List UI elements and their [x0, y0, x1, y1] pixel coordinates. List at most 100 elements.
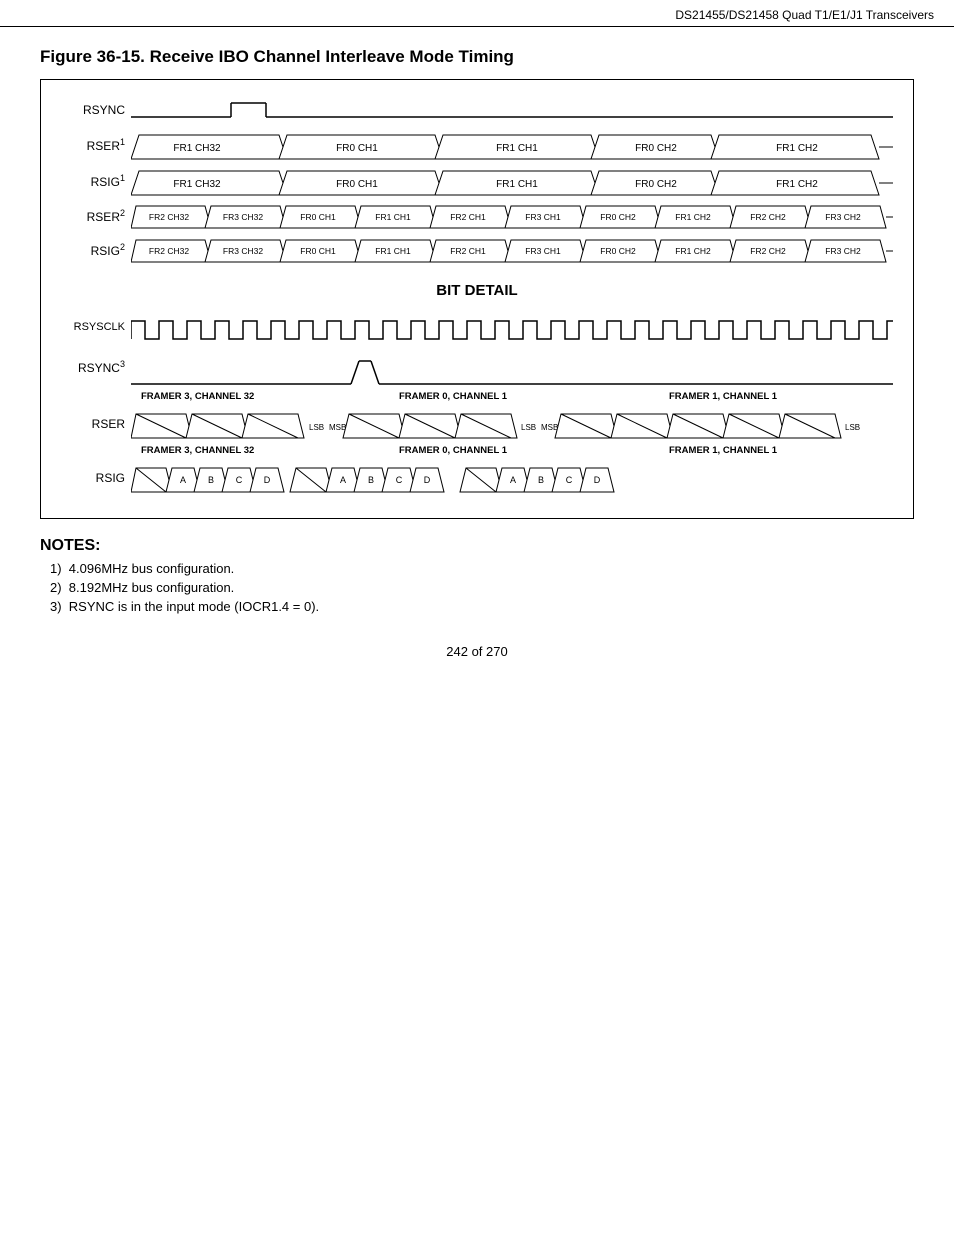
page-footer: 242 of 270	[40, 644, 914, 659]
rser2-row: RSER2 FR2 CH32 FR3 CH32 FR0 CH1 FR1 CH1 …	[61, 202, 893, 230]
svg-text:B: B	[368, 475, 374, 485]
svg-text:FR3 CH2: FR3 CH2	[825, 212, 861, 222]
figure-title: Figure 36-15. Receive IBO Channel Interl…	[40, 47, 914, 67]
svg-text:FR1 CH2: FR1 CH2	[675, 212, 711, 222]
svg-text:FR1 CH1: FR1 CH1	[496, 179, 538, 190]
framer-labels-rser: FRAMER 3, CHANNEL 32 FRAMER 0, CHANNEL 1…	[61, 391, 893, 407]
rser-bd-row: RSER LSB MSB	[61, 409, 893, 439]
note-1: 1) 4.096MHz bus configuration.	[50, 561, 914, 576]
framer-labels-rsig: FRAMER 3, CHANNEL 32 FRAMER 0, CHANNEL 1…	[61, 445, 893, 461]
rsig1-label: RSIG1	[61, 173, 131, 189]
rsync3-svg	[131, 356, 893, 390]
page-number: 242 of 270	[446, 644, 507, 659]
svg-text:LSB: LSB	[309, 423, 324, 432]
note-3: 3) RSYNC is in the input mode (IOCR1.4 =…	[50, 599, 914, 614]
framer1-label-rsig: FRAMER 1, CHANNEL 1	[669, 445, 777, 456]
header-title: DS21455/DS21458 Quad T1/E1/J1 Transceive…	[675, 8, 934, 22]
bit-detail-title: BIT DETAIL	[61, 282, 893, 299]
svg-text:FR2 CH2: FR2 CH2	[750, 246, 786, 256]
rsysclk-svg	[131, 315, 893, 345]
svg-text:FR1 CH1: FR1 CH1	[496, 143, 538, 154]
svg-text:FR1 CH1: FR1 CH1	[375, 212, 411, 222]
rsync3-waveform	[131, 356, 893, 378]
svg-text:C: C	[566, 475, 573, 485]
svg-text:FR0 CH1: FR0 CH1	[336, 179, 378, 190]
svg-text:A: A	[180, 475, 186, 485]
svg-text:FR2 CH1: FR2 CH1	[450, 246, 486, 256]
svg-text:FR2 CH2: FR2 CH2	[750, 212, 786, 222]
svg-text:FR3 CH1: FR3 CH1	[525, 212, 561, 222]
svg-text:FR0 CH2: FR0 CH2	[600, 212, 636, 222]
svg-text:LSB: LSB	[845, 423, 860, 432]
svg-text:MSB: MSB	[541, 423, 558, 432]
rser1-waveform: .wseg { fill: white; stroke: black; stro…	[131, 134, 893, 156]
header: DS21455/DS21458 Quad T1/E1/J1 Transceive…	[0, 0, 954, 27]
svg-text:FR1 CH2: FR1 CH2	[776, 179, 818, 190]
rsig1-waveform: FR1 CH32 FR0 CH1 FR1 CH1 FR0 CH2 FR1 CH2	[131, 170, 893, 192]
svg-text:C: C	[236, 475, 243, 485]
svg-text:LSB: LSB	[521, 423, 536, 432]
rsysclk-waveform	[131, 315, 893, 337]
framer3-label-rser: FRAMER 3, CHANNEL 32	[141, 391, 254, 402]
rser2-label: RSER2	[61, 208, 131, 224]
svg-text:FR0 CH1: FR0 CH1	[300, 246, 336, 256]
rsig1-svg: FR1 CH32 FR0 CH1 FR1 CH1 FR0 CH2 FR1 CH2	[131, 170, 893, 196]
svg-text:FR2 CH1: FR2 CH1	[450, 212, 486, 222]
notes-section: NOTES: 1) 4.096MHz bus configuration. 2)…	[40, 537, 914, 614]
rsig2-label: RSIG2	[61, 242, 131, 258]
svg-text:A: A	[340, 475, 346, 485]
svg-text:FR0 CH2: FR0 CH2	[600, 246, 636, 256]
notes-title: NOTES:	[40, 537, 914, 555]
diagram-box: RSYNC RSER1	[40, 79, 914, 519]
rser1-label: RSER1	[61, 137, 131, 153]
rsync3-label: RSYNC3	[61, 359, 131, 375]
svg-text:B: B	[208, 475, 214, 485]
svg-text:FR3 CH32: FR3 CH32	[223, 212, 263, 222]
framer0-label-rsig: FRAMER 0, CHANNEL 1	[399, 445, 507, 456]
svg-text:FR1 CH1: FR1 CH1	[375, 246, 411, 256]
svg-text:D: D	[264, 475, 271, 485]
svg-text:D: D	[594, 475, 601, 485]
rsync3-row: RSYNC3	[61, 349, 893, 385]
svg-text:A: A	[510, 475, 516, 485]
svg-text:FR3 CH32: FR3 CH32	[223, 246, 263, 256]
note-2: 2) 8.192MHz bus configuration.	[50, 580, 914, 595]
rser2-waveform: FR2 CH32 FR3 CH32 FR0 CH1 FR1 CH1 FR2 CH…	[131, 205, 893, 227]
rsig-bd-svg: A B C D A B C D	[131, 467, 893, 493]
svg-text:FR0 CH2: FR0 CH2	[635, 179, 677, 190]
rsync-label: RSYNC	[61, 103, 131, 117]
rsig1-row: RSIG1 FR1 CH32 FR0 CH1 FR1 CH1 FR0 CH2 F…	[61, 166, 893, 196]
notes-list: 1) 4.096MHz bus configuration. 2) 8.192M…	[40, 561, 914, 614]
svg-text:FR3 CH2: FR3 CH2	[825, 246, 861, 256]
svg-text:FR3 CH1: FR3 CH1	[525, 246, 561, 256]
svg-text:FR1 CH2: FR1 CH2	[675, 246, 711, 256]
rsig-bd-label: RSIG	[61, 471, 131, 485]
svg-text:C: C	[396, 475, 403, 485]
svg-text:MSB: MSB	[329, 423, 346, 432]
svg-text:D: D	[424, 475, 431, 485]
rser1-row: RSER1 .wseg { fill: white; stroke: black…	[61, 130, 893, 160]
rsig2-waveform: FR2 CH32 FR3 CH32 FR0 CH1 FR1 CH1 FR2 CH…	[131, 239, 893, 261]
rsig-bd-waveform: A B C D A B C D	[131, 467, 893, 489]
rsync-svg	[131, 99, 893, 121]
rsync-row: RSYNC	[61, 96, 893, 124]
main-content: Figure 36-15. Receive IBO Channel Interl…	[0, 27, 954, 679]
svg-text:FR2 CH32: FR2 CH32	[149, 212, 189, 222]
rser-bd-label: RSER	[61, 417, 131, 431]
rser2-svg: FR2 CH32 FR3 CH32 FR0 CH1 FR1 CH1 FR2 CH…	[131, 205, 893, 229]
framer3-label-rsig: FRAMER 3, CHANNEL 32	[141, 445, 254, 456]
svg-text:FR1 CH2: FR1 CH2	[776, 143, 818, 154]
rsig2-row: RSIG2 FR2 CH32 FR3 CH32 FR0 CH1 FR1 CH1 …	[61, 236, 893, 264]
framer0-label-rser: FRAMER 0, CHANNEL 1	[399, 391, 507, 402]
svg-text:FR1 CH32: FR1 CH32	[173, 143, 221, 154]
svg-text:B: B	[538, 475, 544, 485]
rser-bd-waveform: LSB MSB LSB MSB	[131, 413, 893, 435]
rsync-waveform	[131, 99, 893, 121]
rsysclk-label: RSYSCLK	[61, 319, 131, 333]
svg-text:FR0 CH1: FR0 CH1	[300, 212, 336, 222]
rsig2-svg: FR2 CH32 FR3 CH32 FR0 CH1 FR1 CH1 FR2 CH…	[131, 239, 893, 263]
rser-bd-svg: LSB MSB LSB MSB	[131, 413, 893, 439]
svg-text:FR2 CH32: FR2 CH32	[149, 246, 189, 256]
rsig-bd-row: RSIG A B C D	[61, 463, 893, 493]
rsysclk-row: RSYSCLK	[61, 309, 893, 343]
